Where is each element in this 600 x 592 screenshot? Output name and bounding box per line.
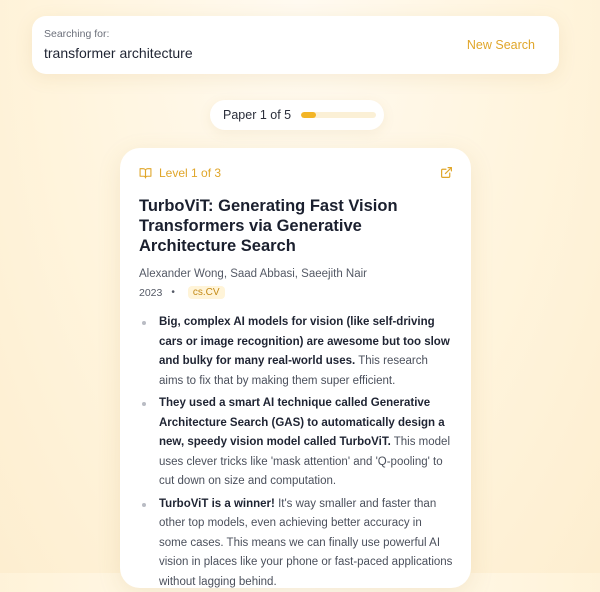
summary-item: They used a smart AI technique called Ge…	[139, 394, 453, 492]
paper-meta: 2023 • cs.CV	[139, 286, 453, 299]
summary-list: Big, complex AI models for vision (like …	[139, 313, 453, 592]
book-open-icon	[139, 167, 152, 179]
summary-item-text: It's way smaller and faster than other t…	[159, 498, 452, 588]
search-summary-card: Searching for: transformer architecture …	[32, 16, 559, 74]
level-indicator: Level 1 of 3	[139, 166, 453, 180]
progress-text: Paper 1 of 5	[223, 108, 291, 122]
paper-card: Level 1 of 3 TurboViT: Generating Fast V…	[120, 148, 471, 588]
paper-progress: Paper 1 of 5	[210, 100, 384, 130]
meta-separator: •	[171, 287, 175, 298]
summary-item: TurboViT is a winner! It's way smaller a…	[139, 495, 453, 592]
summary-item: Big, complex AI models for vision (like …	[139, 313, 453, 391]
level-text: Level 1 of 3	[159, 166, 221, 180]
paper-authors: Alexander Wong, Saad Abbasi, Saeejith Na…	[139, 268, 453, 280]
external-link-icon[interactable]	[440, 166, 453, 179]
category-badge: cs.CV	[188, 286, 225, 299]
paper-title: TurboViT: Generating Fast Vision Transfo…	[139, 196, 453, 256]
progress-bar	[301, 112, 376, 118]
progress-bar-fill	[301, 112, 316, 118]
paper-year: 2023	[139, 287, 162, 299]
new-search-button[interactable]: New Search	[467, 38, 535, 52]
summary-item-highlight: TurboViT is a winner!	[159, 498, 275, 510]
